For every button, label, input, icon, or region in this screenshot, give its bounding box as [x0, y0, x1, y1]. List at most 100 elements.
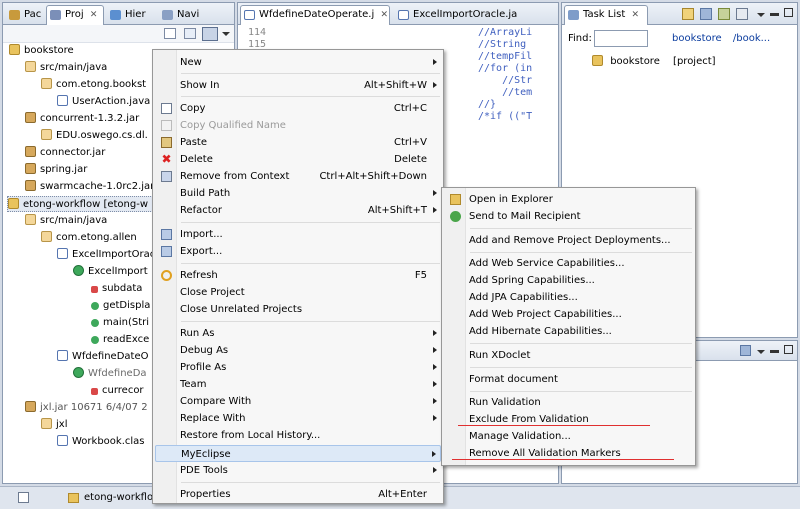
tree-item-source-folder[interactable]: src/main/java	[25, 60, 107, 76]
tab-label: Hier	[125, 9, 146, 20]
tab-label: Pac	[24, 9, 42, 20]
menu-item-debug-as[interactable]: Debug As	[155, 342, 441, 359]
tree-item-method[interactable]: currecor	[89, 383, 144, 399]
submenu-item-hibernate[interactable]: Add Hibernate Capabilities...	[444, 323, 693, 340]
submenu-item-jpa[interactable]: Add JPA Capabilities...	[444, 289, 693, 306]
tree-item-class[interactable]: ExcelImport	[73, 264, 148, 280]
submenu-item-manage-validation[interactable]: Manage Validation...	[444, 428, 693, 445]
menu-item-new[interactable]: New	[155, 54, 441, 71]
submenu-item-xdoclet[interactable]: Run XDoclet	[444, 347, 693, 364]
java-file-icon	[398, 10, 409, 20]
tab-navigator[interactable]: Navi	[158, 5, 204, 25]
tab-editor-wfdefine[interactable]: WfdefineDateOperate.j ✕	[240, 5, 390, 25]
submenu-item-open-in-explorer[interactable]: Open in Explorer	[444, 191, 693, 208]
close-icon[interactable]: ✕	[631, 6, 639, 24]
menu-item-replace-with[interactable]: Replace With	[155, 410, 441, 427]
menu-item-copy[interactable]: Copy Ctrl+C	[155, 100, 441, 117]
tree-item-jar[interactable]: swarmcache-1.0rc2.jar	[25, 179, 154, 195]
tree-item-package[interactable]: EDU.oswego.cs.dl.	[41, 128, 148, 144]
tree-item-jar[interactable]: connector.jar	[25, 145, 105, 161]
tab-hierarchy[interactable]: Hier	[106, 5, 154, 25]
menu-item-paste[interactable]: Paste Ctrl+V	[155, 134, 441, 151]
menu-item-compare-with[interactable]: Compare With	[155, 393, 441, 410]
tree-item-class[interactable]: WfdefineDa	[73, 366, 147, 382]
filter-icon[interactable]	[718, 8, 730, 20]
categorize-icon[interactable]	[700, 8, 712, 20]
collapse-icon[interactable]	[736, 8, 748, 20]
menu-item-build-path[interactable]: Build Path	[155, 185, 441, 202]
chevron-down-icon[interactable]	[222, 32, 230, 36]
menu-item-restore-history[interactable]: Restore from Local History...	[155, 427, 441, 444]
menu-item-import[interactable]: Import...	[155, 226, 441, 243]
java-file-icon	[57, 350, 68, 361]
minimize-icon[interactable]	[770, 350, 779, 353]
menu-item-export[interactable]: Export...	[155, 243, 441, 260]
menu-item-profile-as[interactable]: Profile As	[155, 359, 441, 376]
menu-item-refactor[interactable]: Refactor Alt+Shift+T	[155, 202, 441, 219]
chevron-down-icon[interactable]	[757, 13, 765, 17]
close-icon[interactable]: ✕	[380, 6, 388, 24]
link-editor-icon[interactable]	[184, 28, 196, 39]
tree-item-java-file[interactable]: UserAction.java	[57, 94, 150, 110]
menu-item-close-project[interactable]: Close Project	[155, 284, 441, 301]
menu-item-refresh[interactable]: Refresh F5	[155, 267, 441, 284]
menu-item-team[interactable]: Team	[155, 376, 441, 393]
tree-item-package[interactable]: com.etong.allen	[41, 230, 137, 246]
menu-item-show-in[interactable]: Show In Alt+Shift+W	[155, 77, 441, 94]
maximize-icon[interactable]	[784, 8, 793, 17]
menu-item-pde-tools[interactable]: PDE Tools	[155, 462, 441, 479]
menu-item-properties[interactable]: Properties Alt+Enter	[155, 486, 441, 503]
new-task-icon[interactable]	[682, 8, 694, 20]
submenu-item-format[interactable]: Format document	[444, 371, 693, 388]
tree-item-method[interactable]: subdata	[89, 281, 142, 297]
tree-item-jar[interactable]: concurrent-1.3.2.jar	[25, 111, 139, 127]
minimize-icon[interactable]	[770, 13, 779, 16]
tree-item-java-file[interactable]: WfdefineDateO	[57, 349, 148, 365]
submenu-item-run-validation[interactable]: Run Validation	[444, 394, 693, 411]
tree-item-method[interactable]: readExce	[89, 332, 149, 348]
tree-item-jar[interactable]: jxl.jar 10671 6/4/07 2	[25, 400, 148, 416]
breadcrumb-more[interactable]: /book...	[733, 33, 770, 44]
collapse-all-icon[interactable]	[164, 28, 176, 39]
close-icon[interactable]: ✕	[90, 6, 98, 24]
tree-item-project-selected[interactable]: etong-workflow [etong-w	[7, 196, 154, 212]
tab-task-list[interactable]: Task List ✕	[564, 5, 648, 25]
menu-item-close-unrelated[interactable]: Close Unrelated Projects	[155, 301, 441, 318]
view-icon[interactable]	[740, 345, 751, 356]
tree-item-method[interactable]: main(Stri	[89, 315, 149, 331]
tab-package-explorer[interactable]: Pac	[5, 5, 45, 25]
package-icon	[41, 78, 52, 89]
static-field-icon	[91, 286, 98, 293]
view-menu-icon[interactable]	[202, 27, 218, 41]
submenu-item-web-service[interactable]: Add Web Service Capabilities...	[444, 255, 693, 272]
tree-item-source-folder[interactable]: src/main/java	[25, 213, 107, 229]
find-input[interactable]	[594, 30, 648, 47]
menu-item-run-as[interactable]: Run As	[155, 325, 441, 342]
menu-item-copy-qualified-name[interactable]: Copy Qualified Name	[155, 117, 441, 134]
chevron-down-icon[interactable]	[757, 350, 765, 354]
task-row[interactable]: bookstore [project]	[592, 55, 716, 67]
fast-view-icon[interactable]	[18, 492, 29, 503]
tab-editor-excelimport[interactable]: ExcelImportOracle.ja	[394, 5, 534, 25]
paste-icon	[161, 137, 172, 148]
menu-item-delete[interactable]: ✖ Delete Delete	[155, 151, 441, 168]
menu-item-label: Add and Remove Project Deployments...	[469, 235, 671, 246]
breadcrumb-root[interactable]: bookstore	[672, 33, 722, 44]
tree-item-method[interactable]: getDispla	[89, 298, 150, 314]
tree-item-jar[interactable]: spring.jar	[25, 162, 87, 178]
tree-item-class-file[interactable]: Workbook.clas	[57, 434, 145, 450]
maximize-icon[interactable]	[784, 345, 793, 354]
tree-item-package[interactable]: jxl	[41, 417, 67, 433]
tree-item-package[interactable]: com.etong.bookst	[41, 77, 146, 93]
submenu-arrow-icon	[433, 398, 437, 404]
package-icon	[41, 418, 52, 429]
menu-item-myeclipse[interactable]: MyEclipse	[155, 445, 441, 462]
submenu-item-deployments[interactable]: Add and Remove Project Deployments...	[444, 232, 693, 249]
tree-item-project[interactable]: bookstore	[9, 43, 74, 59]
submenu-item-web-project[interactable]: Add Web Project Capabilities...	[444, 306, 693, 323]
menu-item-remove-from-context[interactable]: Remove from Context Ctrl+Alt+Shift+Down	[155, 168, 441, 185]
tab-project-explorer[interactable]: Proj ✕	[46, 5, 104, 25]
tree-item-java-file[interactable]: ExcelImportOracl	[57, 247, 158, 263]
submenu-item-send-mail[interactable]: Send to Mail Recipient	[444, 208, 693, 225]
submenu-item-spring[interactable]: Add Spring Capabilities...	[444, 272, 693, 289]
